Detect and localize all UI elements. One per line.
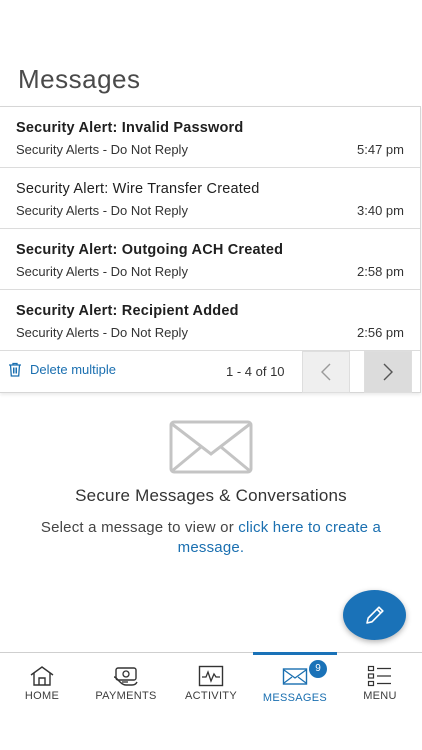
message-time: 5:47 pm <box>357 142 404 157</box>
message-subject: Security Alert: Invalid Password <box>16 120 244 136</box>
chevron-right-icon <box>383 363 393 381</box>
message-row[interactable]: Security Alert: Recipient Added Security… <box>0 290 420 351</box>
delete-multiple-label: Delete multiple <box>30 362 116 377</box>
tab-menu[interactable]: MENU <box>338 653 422 713</box>
message-time: 2:56 pm <box>357 325 404 340</box>
message-sender: Security Alerts - Do Not Reply <box>16 264 188 279</box>
envelope-icon <box>169 420 253 474</box>
tab-activity[interactable]: ACTIVITY <box>169 653 253 713</box>
tab-menu-label: MENU <box>363 690 397 702</box>
empty-state: Secure Messages & Conversations Select a… <box>0 420 422 558</box>
trash-icon <box>9 362 21 377</box>
empty-state-prefix: Select a message to view or <box>40 519 239 536</box>
menu-list-icon <box>367 665 391 687</box>
message-subject: Security Alert: Outgoing ACH Created <box>16 242 284 258</box>
home-icon <box>30 666 54 686</box>
empty-state-text: Select a message to view or click here t… <box>26 518 396 558</box>
tab-messages-label: MESSAGES <box>262 692 328 704</box>
unread-count-badge: 9 <box>309 660 327 678</box>
tab-home[interactable]: HOME <box>0 653 84 713</box>
page-range: 1 - 4 of 10 <box>226 364 285 379</box>
message-row[interactable]: Security Alert: Wire Transfer Created Se… <box>0 168 420 229</box>
next-page-button[interactable] <box>364 351 412 393</box>
message-sender: Security Alerts - Do Not Reply <box>16 142 188 157</box>
activity-icon <box>198 665 224 687</box>
tab-activity-label: ACTIVITY <box>185 690 237 702</box>
message-sender: Security Alerts - Do Not Reply <box>16 325 188 340</box>
chevron-left-icon <box>321 363 331 381</box>
tab-payments-label: PAYMENTS <box>95 690 157 702</box>
tab-messages[interactable]: 9 MESSAGES <box>253 652 337 712</box>
compose-button[interactable] <box>343 590 406 640</box>
delete-multiple-button[interactable]: Delete multiple <box>8 362 116 377</box>
message-row[interactable]: Security Alert: Outgoing ACH Created Sec… <box>0 229 420 290</box>
empty-state-title: Secure Messages & Conversations <box>75 486 347 505</box>
message-row[interactable]: Security Alert: Invalid Password Securit… <box>0 107 420 168</box>
message-subject: Security Alert: Wire Transfer Created <box>16 181 260 197</box>
tab-home-label: HOME <box>24 690 60 702</box>
bottom-tab-bar: HOME PAYMENTS ACTIVITY 9 MESSAGES MENU <box>0 652 422 750</box>
previous-page-button[interactable] <box>302 351 350 393</box>
tab-payments[interactable]: PAYMENTS <box>84 653 168 713</box>
pagination-bar: Delete multiple 1 - 4 of 10 <box>0 351 420 393</box>
page-title: Messages <box>18 64 141 94</box>
envelope-icon <box>282 668 308 685</box>
message-subject: Security Alert: Recipient Added <box>16 303 239 319</box>
pencil-icon <box>365 606 384 624</box>
message-sender: Security Alerts - Do Not Reply <box>16 203 188 218</box>
payments-icon <box>113 667 138 686</box>
message-time: 3:40 pm <box>357 203 404 218</box>
message-time: 2:58 pm <box>357 264 404 279</box>
message-list: Security Alert: Invalid Password Securit… <box>0 106 421 393</box>
